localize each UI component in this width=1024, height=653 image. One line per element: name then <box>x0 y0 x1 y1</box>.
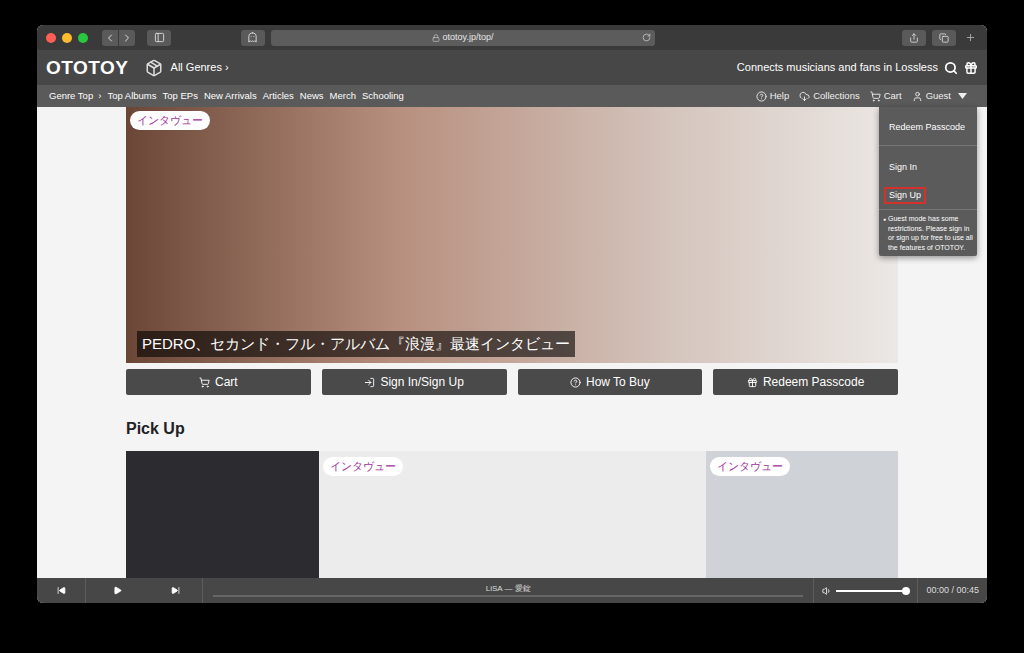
nav-item-icon <box>756 91 767 102</box>
pickup-title: Pick Up <box>126 419 898 439</box>
action-icon <box>570 377 581 388</box>
card-badge: インタヴュー <box>323 457 403 476</box>
search-icon[interactable] <box>944 61 958 75</box>
nav-right-item[interactable]: Collections <box>799 89 859 103</box>
browser-window: ototoy.jp/top/OTOTOY All Genres › Connects… <box>37 25 987 603</box>
action-icon <box>199 377 210 388</box>
next-icon <box>171 586 180 595</box>
tabs-button[interactable] <box>932 30 956 46</box>
url-field[interactable]: ototoy.jp/top/ <box>271 30 655 46</box>
pickup-card[interactable] <box>126 451 319 578</box>
site-header: OTOTOY All Genres › Connects musicians and… <box>37 50 987 85</box>
privacy-button[interactable] <box>241 30 265 46</box>
action-button[interactable]: Cart <box>126 369 311 395</box>
nav-item[interactable]: News <box>300 89 324 103</box>
track-title: LiSA — 愛錠 <box>486 585 531 593</box>
menu-item[interactable]: Sign In <box>884 159 922 176</box>
tabs-icon <box>939 33 949 43</box>
previous-button[interactable] <box>37 578 86 603</box>
sidebar-button[interactable] <box>147 30 171 46</box>
volume-fill <box>836 590 905 592</box>
box-icon <box>145 59 163 77</box>
nav-right-item[interactable]: Guest <box>912 89 967 103</box>
nav-item[interactable]: Top EPs <box>163 89 198 103</box>
nav-item[interactable]: Merch <box>330 89 356 103</box>
ghost-icon <box>247 32 258 43</box>
play-button[interactable] <box>86 578 148 603</box>
action-icon <box>747 377 758 388</box>
play-icon <box>113 586 122 595</box>
action-buttons: Cart Sign In/Sign Up How To Buy Redeem Pass… <box>126 369 898 395</box>
tagline: Connects musicians and fans in Lossless <box>737 59 938 76</box>
gift-icon[interactable] <box>964 61 978 75</box>
browser-toolbar: ototoy.jp/top/ <box>37 25 987 50</box>
forward-button[interactable] <box>119 30 135 46</box>
nav-item-icon <box>912 91 923 102</box>
next-button[interactable] <box>148 578 203 603</box>
card-badge: インタヴュー <box>710 457 790 476</box>
lock-icon <box>432 34 440 42</box>
menu-note: ●Guest mode has some restrictions. Pleas… <box>879 209 977 252</box>
url-text: ototoy.jp/top/ <box>443 33 494 42</box>
nav-right-item[interactable]: Help <box>756 89 790 103</box>
close-button[interactable] <box>46 33 56 43</box>
previous-icon <box>57 586 66 595</box>
progress-track[interactable] <box>213 595 803 597</box>
nav-item[interactable]: Articles <box>263 89 294 103</box>
hero-banner[interactable]: インタヴュー PEDRO、セカンド・フル・アルバム『浪漫』最速インタビュー <box>126 107 898 363</box>
hero-badge: インタヴュー <box>130 111 210 130</box>
nav-item[interactable]: Schooling <box>362 89 404 103</box>
action-button[interactable]: How To Buy <box>518 369 703 395</box>
nav-item[interactable]: Top Albums <box>107 89 156 103</box>
volume-icon[interactable] <box>822 586 832 596</box>
action-button[interactable]: Sign In/Sign Up <box>322 369 507 395</box>
reload-icon[interactable] <box>642 33 651 42</box>
forward-icon <box>121 32 133 44</box>
menu-item[interactable]: Sign Up <box>884 187 926 204</box>
nav-right-item[interactable]: Cart <box>870 89 902 103</box>
time-display: 00:00 / 00:45 <box>926 584 979 598</box>
back-button[interactable] <box>102 30 118 46</box>
page-content: インタヴュー PEDRO、セカンド・フル・アルバム『浪漫』最速インタビュー Cart… <box>37 107 987 578</box>
menu-item[interactable]: Redeem Passcode <box>884 119 970 136</box>
genre-selector[interactable]: All Genres › <box>171 59 229 76</box>
nav-item[interactable]: Genre Top› <box>49 89 101 103</box>
hero-caption: PEDRO、セカンド・フル・アルバム『浪漫』最速インタビュー <box>137 331 575 358</box>
action-icon <box>364 377 375 388</box>
volume-track[interactable] <box>836 590 909 592</box>
pickup-card[interactable]: インタヴュー <box>706 451 898 578</box>
share-button[interactable] <box>902 30 926 46</box>
plus-icon <box>965 32 976 43</box>
logo[interactable]: OTOTOY <box>46 58 129 77</box>
account-menu: Redeem Passcode Sign In Sign Up ●Guest mode… <box>879 107 977 256</box>
zoom-button[interactable] <box>78 33 88 43</box>
volume-knob[interactable] <box>902 587 910 595</box>
nav-item[interactable]: New Arrivals <box>204 89 257 103</box>
action-button[interactable]: Redeem Passcode <box>713 369 898 395</box>
back-icon <box>104 32 116 44</box>
nav-item-icon <box>870 91 881 102</box>
minimize-button[interactable] <box>62 33 72 43</box>
new-tab-button[interactable] <box>962 30 978 46</box>
player-bar: LiSA — 愛錠 00:00 / 00:45 <box>37 578 987 603</box>
share-icon <box>909 33 919 43</box>
caret-icon <box>958 93 967 99</box>
screen: ototoy.jp/top/OTOTOY All Genres › Connects… <box>0 0 1024 653</box>
sidebar-icon <box>154 32 165 43</box>
pickup-card[interactable]: インタヴュー <box>319 451 706 578</box>
nav-item-icon <box>799 91 810 102</box>
pickup-cards: インタヴュー インタヴュー <box>126 451 898 578</box>
nav-bar: Genre Top› Top Albums Top EPs New Arrivals A… <box>37 85 987 107</box>
